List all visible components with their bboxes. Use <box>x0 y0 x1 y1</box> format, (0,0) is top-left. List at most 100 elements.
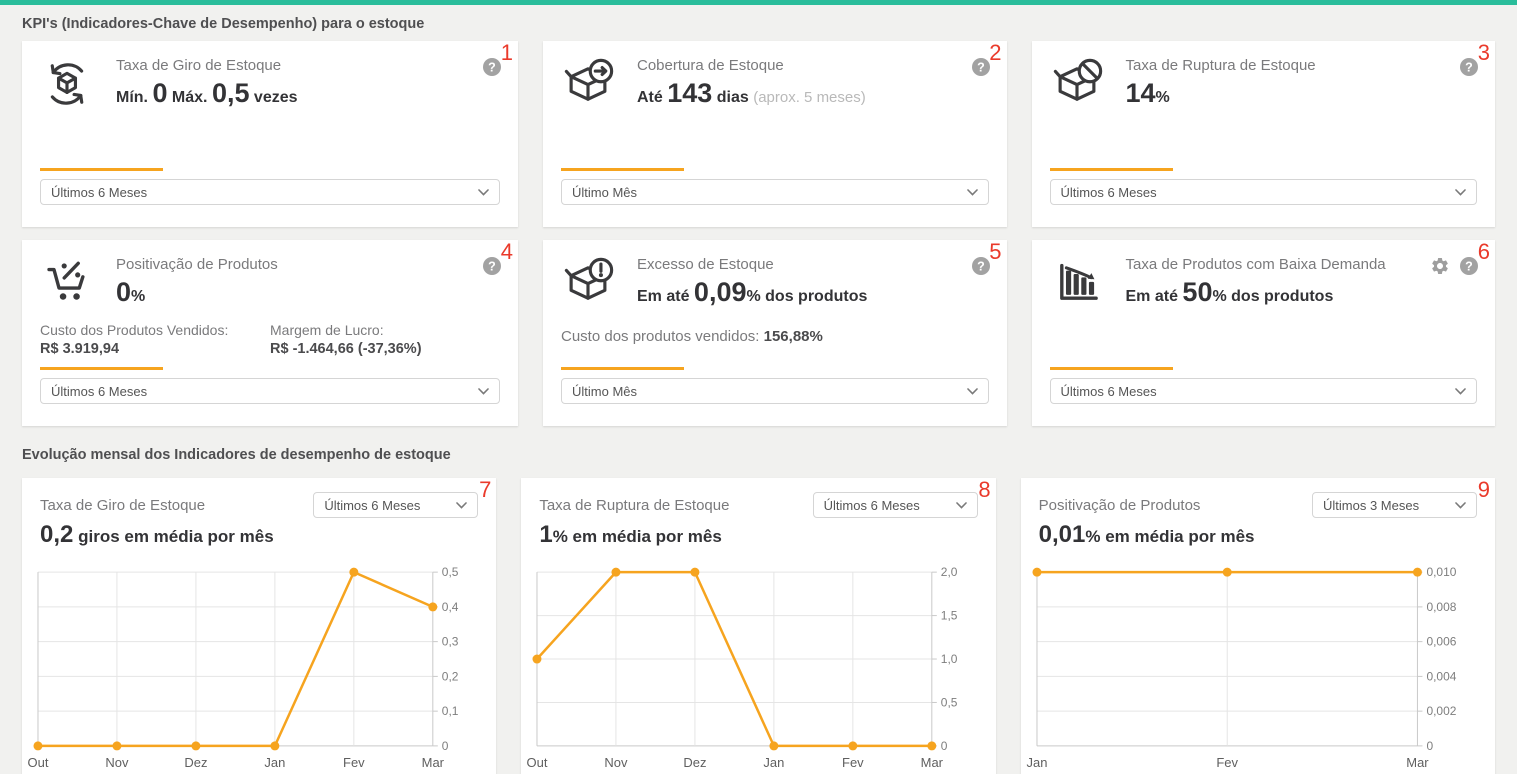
top-accent-bar <box>0 0 1517 5</box>
chevron-down-icon <box>456 502 467 509</box>
kpi-value: Até 143 dias (aprox. 5 meses) <box>637 77 866 114</box>
value-segment: 14 <box>1126 78 1156 108</box>
kpi-title: Taxa de Giro de Estoque <box>116 57 298 74</box>
svg-text:?: ? <box>1465 60 1473 74</box>
annotation-number: 6 <box>1478 241 1490 263</box>
svg-text:0,1: 0,1 <box>442 704 459 718</box>
inventory-kpi-dashboard: KPI's (Indicadores-Chave de Desempenho) … <box>0 0 1517 774</box>
kpi-title: Positivação de Produtos <box>116 256 278 273</box>
period-select[interactable]: Último Mês <box>561 179 989 205</box>
svg-text:Mar: Mar <box>1406 755 1429 770</box>
period-select[interactable]: Últimos 6 Meses <box>1050 378 1478 404</box>
svg-text:Fev: Fev <box>343 755 365 770</box>
kpi-card-header: Taxa de Produtos com Baixa Demanda Em at… <box>1032 240 1496 313</box>
kpi-text-block: Taxa de Ruptura de Estoque 14% <box>1126 57 1316 114</box>
chart-card: Positivação de Produtos Últimos 3 Meses … <box>1021 478 1495 774</box>
stock-coverage-icon <box>561 57 615 111</box>
svg-text:0,5: 0,5 <box>442 565 459 579</box>
chart-title: Taxa de Giro de Estoque <box>40 492 205 514</box>
kpi-text-block: Taxa de Giro de Estoque Mín. 0 Máx. 0,5 … <box>116 57 298 114</box>
value-segment: 0 <box>116 277 131 307</box>
svg-text:?: ? <box>977 259 985 273</box>
svg-text:?: ? <box>488 259 496 273</box>
gear-icon[interactable] <box>1430 256 1450 276</box>
chart-title: Taxa de Ruptura de Estoque <box>539 492 729 514</box>
help-icon[interactable]: ? <box>482 256 502 276</box>
kpi-action-icons: ? <box>482 57 502 77</box>
svg-text:?: ? <box>488 60 496 74</box>
kpi-card: Cobertura de Estoque Até 143 dias (aprox… <box>543 41 1007 227</box>
accent-underline <box>1050 168 1173 171</box>
kpi-value: 14% <box>1126 77 1316 114</box>
value-segment: dias <box>712 89 753 106</box>
period-select[interactable]: Últimos 6 Meses <box>313 492 478 518</box>
value-segment: vezes <box>249 89 297 106</box>
accent-underline <box>40 367 163 370</box>
chevron-down-icon <box>967 388 978 395</box>
substat-label: Custo dos produtos vendidos: <box>561 328 764 345</box>
period-select[interactable]: Últimos 6 Meses <box>813 492 978 518</box>
kpi-card-header: Taxa de Giro de Estoque Mín. 0 Máx. 0,5 … <box>22 41 518 114</box>
kpi-value: Mín. 0 Máx. 0,5 vezes <box>116 77 298 114</box>
chart-headline-value: 0,01% em média por mês <box>1021 520 1495 553</box>
svg-text:0,3: 0,3 <box>442 635 459 649</box>
substat-value: 156,88% <box>764 328 823 345</box>
period-select[interactable]: Últimos 6 Meses <box>40 179 500 205</box>
svg-text:0,002: 0,002 <box>1426 704 1456 718</box>
svg-text:Jan: Jan <box>264 755 285 770</box>
svg-text:1,5: 1,5 <box>941 609 958 623</box>
chart-card-header: Taxa de Giro de Estoque Últimos 6 Meses <box>22 478 496 518</box>
annotation-number: 9 <box>1478 479 1490 501</box>
help-icon[interactable]: ? <box>482 57 502 77</box>
chart-card: Taxa de Giro de Estoque Últimos 6 Meses … <box>22 478 496 774</box>
value-segment: 0,5 <box>212 78 250 108</box>
svg-text:Out: Out <box>28 755 49 770</box>
period-select[interactable]: Últimos 6 Meses <box>40 378 500 404</box>
period-select-value: Últimos 6 Meses <box>824 498 920 513</box>
svg-text:Out: Out <box>527 755 548 770</box>
value-segment: 143 <box>667 78 712 108</box>
line-chart: 00,10,20,30,40,5OutNovDezJanFevMar <box>22 562 496 774</box>
value-segment: (aprox. 5 meses) <box>753 89 866 106</box>
help-icon[interactable]: ? <box>971 57 991 77</box>
kpi-action-icons: ? <box>482 256 502 276</box>
line-chart: 00,51,01,52,0OutNovDezJanFevMar <box>521 562 995 774</box>
period-select[interactable]: Últimos 3 Meses <box>1312 492 1477 518</box>
svg-text:Jan: Jan <box>764 755 785 770</box>
period-select-value: Últimos 3 Meses <box>1323 498 1419 513</box>
value-segment: % em média por mês <box>553 527 722 546</box>
kpi-card: Taxa de Produtos com Baixa Demanda Em at… <box>1032 240 1496 426</box>
svg-text:0,004: 0,004 <box>1426 669 1456 683</box>
value-segment: 0 <box>152 78 167 108</box>
kpi-substats: Custo dos Produtos Vendidos:R$ 3.919,94M… <box>22 322 518 357</box>
help-icon[interactable]: ? <box>1459 256 1479 276</box>
svg-text:0,2: 0,2 <box>442 669 459 683</box>
svg-text:Mar: Mar <box>422 755 445 770</box>
value-segment: % dos produtos <box>1212 288 1333 305</box>
period-select[interactable]: Último Mês <box>561 378 989 404</box>
kpi-action-icons: ? <box>971 57 991 77</box>
value-segment: giros em média por mês <box>73 527 273 546</box>
substat-value: R$ 3.919,94 <box>40 341 270 357</box>
kpi-title: Taxa de Ruptura de Estoque <box>1126 57 1316 74</box>
chart-title: Positivação de Produtos <box>1039 492 1201 514</box>
svg-text:0,4: 0,4 <box>442 600 459 614</box>
kpi-card-header: Excesso de Estoque Em até 0,09% dos prod… <box>543 240 1007 313</box>
kpi-text-block: Cobertura de Estoque Até 143 dias (aprox… <box>637 57 866 114</box>
svg-text:0,010: 0,010 <box>1426 565 1456 579</box>
value-segment: 1 <box>539 521 552 548</box>
overstock-icon <box>561 256 615 310</box>
svg-text:Fev: Fev <box>1216 755 1238 770</box>
period-select-value: Últimos 6 Meses <box>324 498 420 513</box>
period-select[interactable]: Últimos 6 Meses <box>1050 179 1478 205</box>
help-icon[interactable]: ? <box>1459 57 1479 77</box>
kpi-substat: Margem de Lucro:R$ -1.464,66 (-37,36%) <box>270 322 500 357</box>
help-icon[interactable]: ? <box>971 256 991 276</box>
inventory-turnover-icon <box>40 57 94 111</box>
chart-cards-grid: Taxa de Giro de Estoque Últimos 6 Meses … <box>0 478 1517 774</box>
svg-text:Jan: Jan <box>1026 755 1047 770</box>
period-select-value: Últimos 6 Meses <box>1061 185 1157 200</box>
period-select-value: Último Mês <box>572 185 637 200</box>
chart-card-header: Positivação de Produtos Últimos 3 Meses <box>1021 478 1495 518</box>
svg-text:2,0: 2,0 <box>941 565 958 579</box>
